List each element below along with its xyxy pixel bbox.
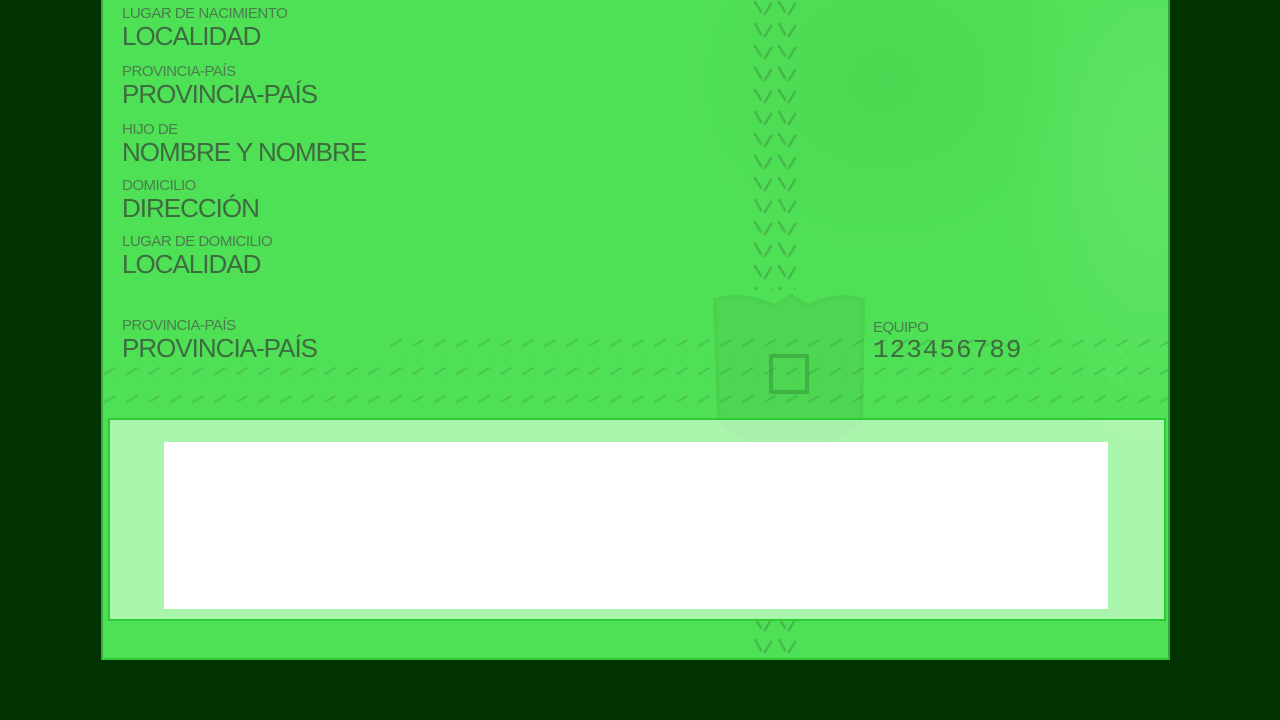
address-province-value: PROVINCIA-PAÍS — [122, 333, 318, 363]
birth-province-value: PROVINCIA-PAÍS — [122, 79, 318, 109]
id-card-back: LUGAR DE NACIMIENTO LOCALIDAD PROVINCIA-… — [101, 0, 1170, 660]
address-label: DOMICILIO — [122, 177, 196, 194]
address-province-label: PROVINCIA-PAÍS — [122, 317, 236, 334]
birthplace-label: LUGAR DE NACIMIENTO — [122, 5, 288, 22]
child-of-label: HIJO DE — [122, 121, 178, 138]
field-address: DOMICILIO DIRECCIÓN — [122, 177, 260, 223]
field-address-locality: LUGAR DE DOMICILIO LOCALIDAD — [122, 233, 273, 279]
equipment-number: 123456789 — [873, 335, 1023, 365]
equipment-label: EQUIPO — [873, 319, 929, 336]
child-of-value: NOMBRE Y NOMBRE — [122, 137, 367, 167]
field-birth-province: PROVINCIA-PAÍS PROVINCIA-PAÍS — [122, 63, 318, 109]
machine-readable-zone-box — [164, 442, 1108, 609]
field-child-of: HIJO DE NOMBRE Y NOMBRE — [122, 121, 367, 167]
address-locality-label: LUGAR DE DOMICILIO — [122, 233, 273, 250]
field-address-province: PROVINCIA-PAÍS PROVINCIA-PAÍS — [122, 317, 318, 363]
address-value: DIRECCIÓN — [122, 193, 260, 223]
page: LUGAR DE NACIMIENTO LOCALIDAD PROVINCIA-… — [0, 0, 1280, 720]
field-equipment: EQUIPO 123456789 — [873, 320, 1022, 363]
field-birthplace: LUGAR DE NACIMIENTO LOCALIDAD — [122, 5, 288, 51]
birth-province-label: PROVINCIA-PAÍS — [122, 63, 236, 80]
birthplace-value: LOCALIDAD — [122, 21, 261, 51]
address-locality-value: LOCALIDAD — [122, 249, 261, 279]
